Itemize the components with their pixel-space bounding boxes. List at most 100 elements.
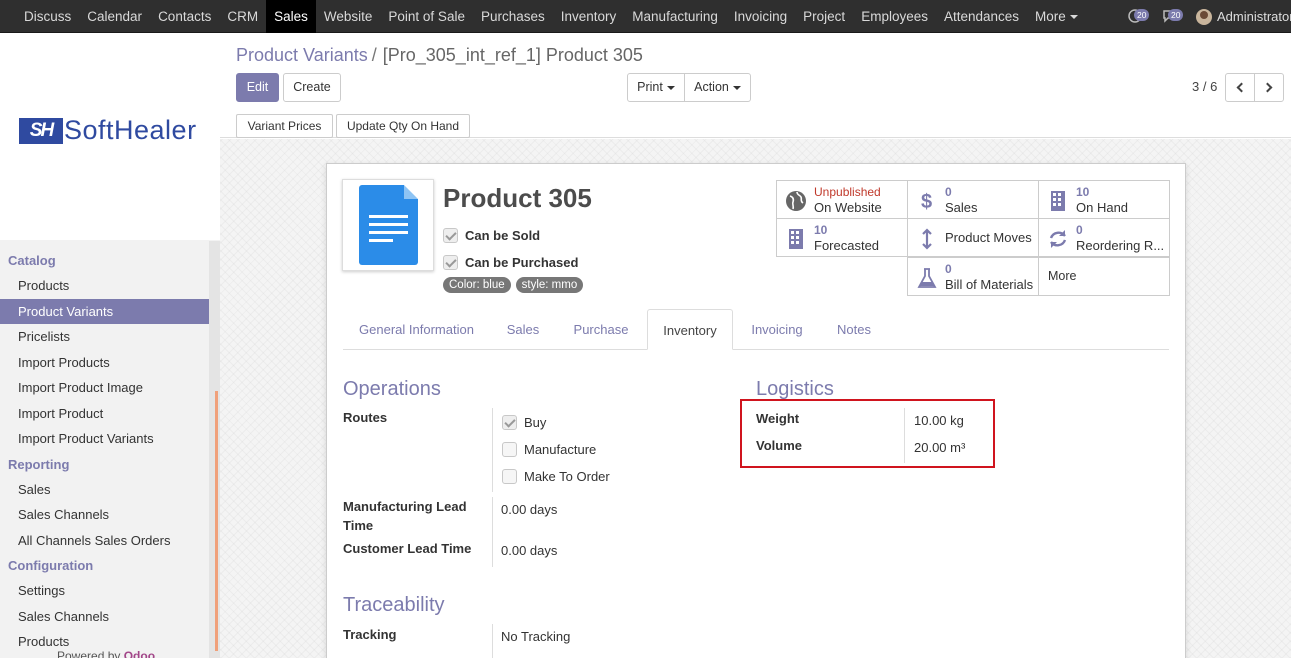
product-moves-button[interactable]: Product Moves: [907, 218, 1039, 257]
sidebar-menu: Catalog Products Product Variants Pricel…: [0, 248, 210, 655]
more-stat-button[interactable]: More: [1038, 257, 1170, 296]
manufacturing-lead-time-value[interactable]: 0.00 days: [501, 502, 557, 517]
field-divider: [492, 408, 493, 492]
sidebar-item-import-product-variants[interactable]: Import Product Variants: [0, 426, 210, 452]
menu-sales[interactable]: Sales: [266, 0, 316, 33]
menu-more[interactable]: More: [1027, 0, 1086, 33]
website-publish-button[interactable]: Unpublished On Website: [776, 180, 908, 219]
bom-count: 0: [945, 262, 952, 276]
action-dropdown[interactable]: Action: [684, 73, 751, 102]
sidebar-item-import-product-image[interactable]: Import Product Image: [0, 375, 210, 401]
menu-inventory[interactable]: Inventory: [553, 0, 625, 33]
field-divider: [492, 497, 493, 567]
dollar-icon: $: [921, 191, 932, 212]
sidebar-item-import-product[interactable]: Import Product: [0, 401, 210, 427]
more-label: More: [1048, 269, 1077, 283]
sales-label: Sales: [945, 200, 978, 215]
sidebar-section-configuration[interactable]: Configuration: [0, 553, 210, 578]
tab-purchase[interactable]: Purchase: [556, 309, 646, 350]
forecasted-stat-button[interactable]: 10 Forecasted: [776, 218, 908, 257]
breadcrumb-current: [Pro_305_int_ref_1] Product 305: [382, 45, 643, 65]
svg-text:$: $: [921, 191, 932, 212]
tracking-value[interactable]: No Tracking: [501, 629, 570, 644]
menu-purchases[interactable]: Purchases: [473, 0, 553, 33]
customer-lead-time-value[interactable]: 0.00 days: [501, 543, 557, 558]
sidebar-scrollbar[interactable]: [209, 241, 220, 658]
route-make-to-order-checkbox[interactable]: [502, 469, 517, 484]
pager-value[interactable]: 3 / 6: [1192, 79, 1217, 94]
product-image[interactable]: [342, 179, 434, 271]
odoo-link[interactable]: Odoo: [124, 649, 155, 658]
sidebar-item-products[interactable]: Products: [0, 273, 210, 299]
forecasted-label: Forecasted: [814, 238, 880, 253]
reordering-count: 0: [1076, 223, 1083, 237]
menu-invoicing[interactable]: Invoicing: [726, 0, 795, 33]
update-qty-on-hand-button[interactable]: Update Qty On Hand: [336, 114, 470, 138]
logo-mark: SH: [19, 117, 63, 144]
sidebar-item-sales[interactable]: Sales: [0, 477, 210, 503]
create-button[interactable]: Create: [283, 73, 341, 102]
can-be-purchased-checkbox[interactable]: [443, 255, 458, 270]
highlight-box: [740, 399, 995, 468]
pager-previous-button[interactable]: [1225, 73, 1255, 102]
sidebar-section-catalog[interactable]: Catalog: [0, 248, 210, 273]
activity-button[interactable]: 20: [1128, 7, 1152, 27]
edit-button[interactable]: Edit: [236, 73, 279, 102]
sidebar-item-sales-channels[interactable]: Sales Channels: [0, 502, 210, 528]
menu-calendar[interactable]: Calendar: [79, 0, 150, 33]
pager-next-button[interactable]: [1254, 73, 1284, 102]
sidebar-item-all-channels-sales-orders[interactable]: All Channels Sales Orders: [0, 528, 210, 554]
tab-inventory[interactable]: Inventory: [647, 309, 733, 350]
manufacturing-lead-time-label: Manufacturing Lead Time: [343, 499, 467, 533]
activity-badge: 20: [1134, 8, 1150, 21]
menu-crm[interactable]: CRM: [219, 0, 266, 33]
tracking-label: Tracking: [343, 627, 397, 642]
messages-badge: 20: [1168, 8, 1184, 21]
can-be-sold-checkbox[interactable]: [443, 228, 458, 243]
avatar[interactable]: [1196, 8, 1212, 25]
menu-point-of-sale[interactable]: Point of Sale: [380, 0, 473, 33]
sidebar: SH SoftHealer Catalog Products Product V…: [0, 34, 220, 658]
tab-general-information[interactable]: General Information: [343, 309, 490, 350]
on-hand-label: On Hand: [1076, 200, 1129, 215]
sidebar-item-settings[interactable]: Settings: [0, 578, 210, 604]
user-menu[interactable]: Administrator: [1217, 9, 1291, 24]
reordering-rules-button[interactable]: 0 Reordering R...: [1038, 218, 1170, 257]
breadcrumb: Product Variants / [Pro_305_int_ref_1] Pro…: [236, 45, 643, 66]
tag: Color: blue: [443, 277, 511, 293]
on-hand-stat-button[interactable]: 10 On Hand: [1038, 180, 1170, 219]
breadcrumb-parent[interactable]: Product Variants: [236, 45, 368, 65]
messages-button[interactable]: 20: [1162, 7, 1186, 27]
sidebar-section-reporting[interactable]: Reporting: [0, 452, 210, 477]
menu-project[interactable]: Project: [795, 0, 853, 33]
menu-employees[interactable]: Employees: [853, 0, 936, 33]
tab-sales[interactable]: Sales: [490, 309, 556, 350]
menu-manufacturing[interactable]: Manufacturing: [624, 0, 726, 33]
sidebar-item-pricelists[interactable]: Pricelists: [0, 324, 210, 350]
tab-notes[interactable]: Notes: [821, 309, 887, 350]
route-manufacture-checkbox[interactable]: [502, 442, 517, 457]
menu-contacts[interactable]: Contacts: [150, 0, 219, 33]
systray: 20 20 Administrator: [1128, 0, 1291, 33]
menu-attendances[interactable]: Attendances: [936, 0, 1027, 33]
sidebar-item-product-variants[interactable]: Product Variants: [0, 298, 210, 324]
menu-discuss[interactable]: Discuss: [16, 0, 79, 33]
sales-stat-button[interactable]: $ 0 Sales: [907, 180, 1039, 219]
can-be-purchased-label: Can be Purchased: [465, 255, 579, 270]
attribute-tags: Color: blue style: mmo: [443, 277, 588, 293]
route-buy-checkbox[interactable]: [502, 415, 517, 430]
menu-more-label: More: [1035, 9, 1066, 24]
sidebar-item-config-sales-channels[interactable]: Sales Channels: [0, 604, 210, 630]
route-make-to-order-label: Make To Order: [524, 469, 610, 484]
menu-website[interactable]: Website: [316, 0, 381, 33]
product-name[interactable]: Product 305: [443, 183, 592, 214]
sidebar-item-import-products[interactable]: Import Products: [0, 350, 210, 376]
tab-invoicing[interactable]: Invoicing: [733, 309, 821, 350]
powered-by-text: Powered by: [57, 649, 121, 658]
variant-prices-button[interactable]: Variant Prices: [236, 114, 333, 138]
print-dropdown[interactable]: Print: [627, 73, 685, 102]
control-panel: Product Variants / [Pro_305_int_ref_1] Pro…: [220, 34, 1291, 138]
bill-of-materials-button[interactable]: 0 Bill of Materials: [907, 257, 1039, 296]
bom-label: Bill of Materials: [945, 277, 1034, 292]
scrollbar-thumb[interactable]: [215, 391, 218, 651]
